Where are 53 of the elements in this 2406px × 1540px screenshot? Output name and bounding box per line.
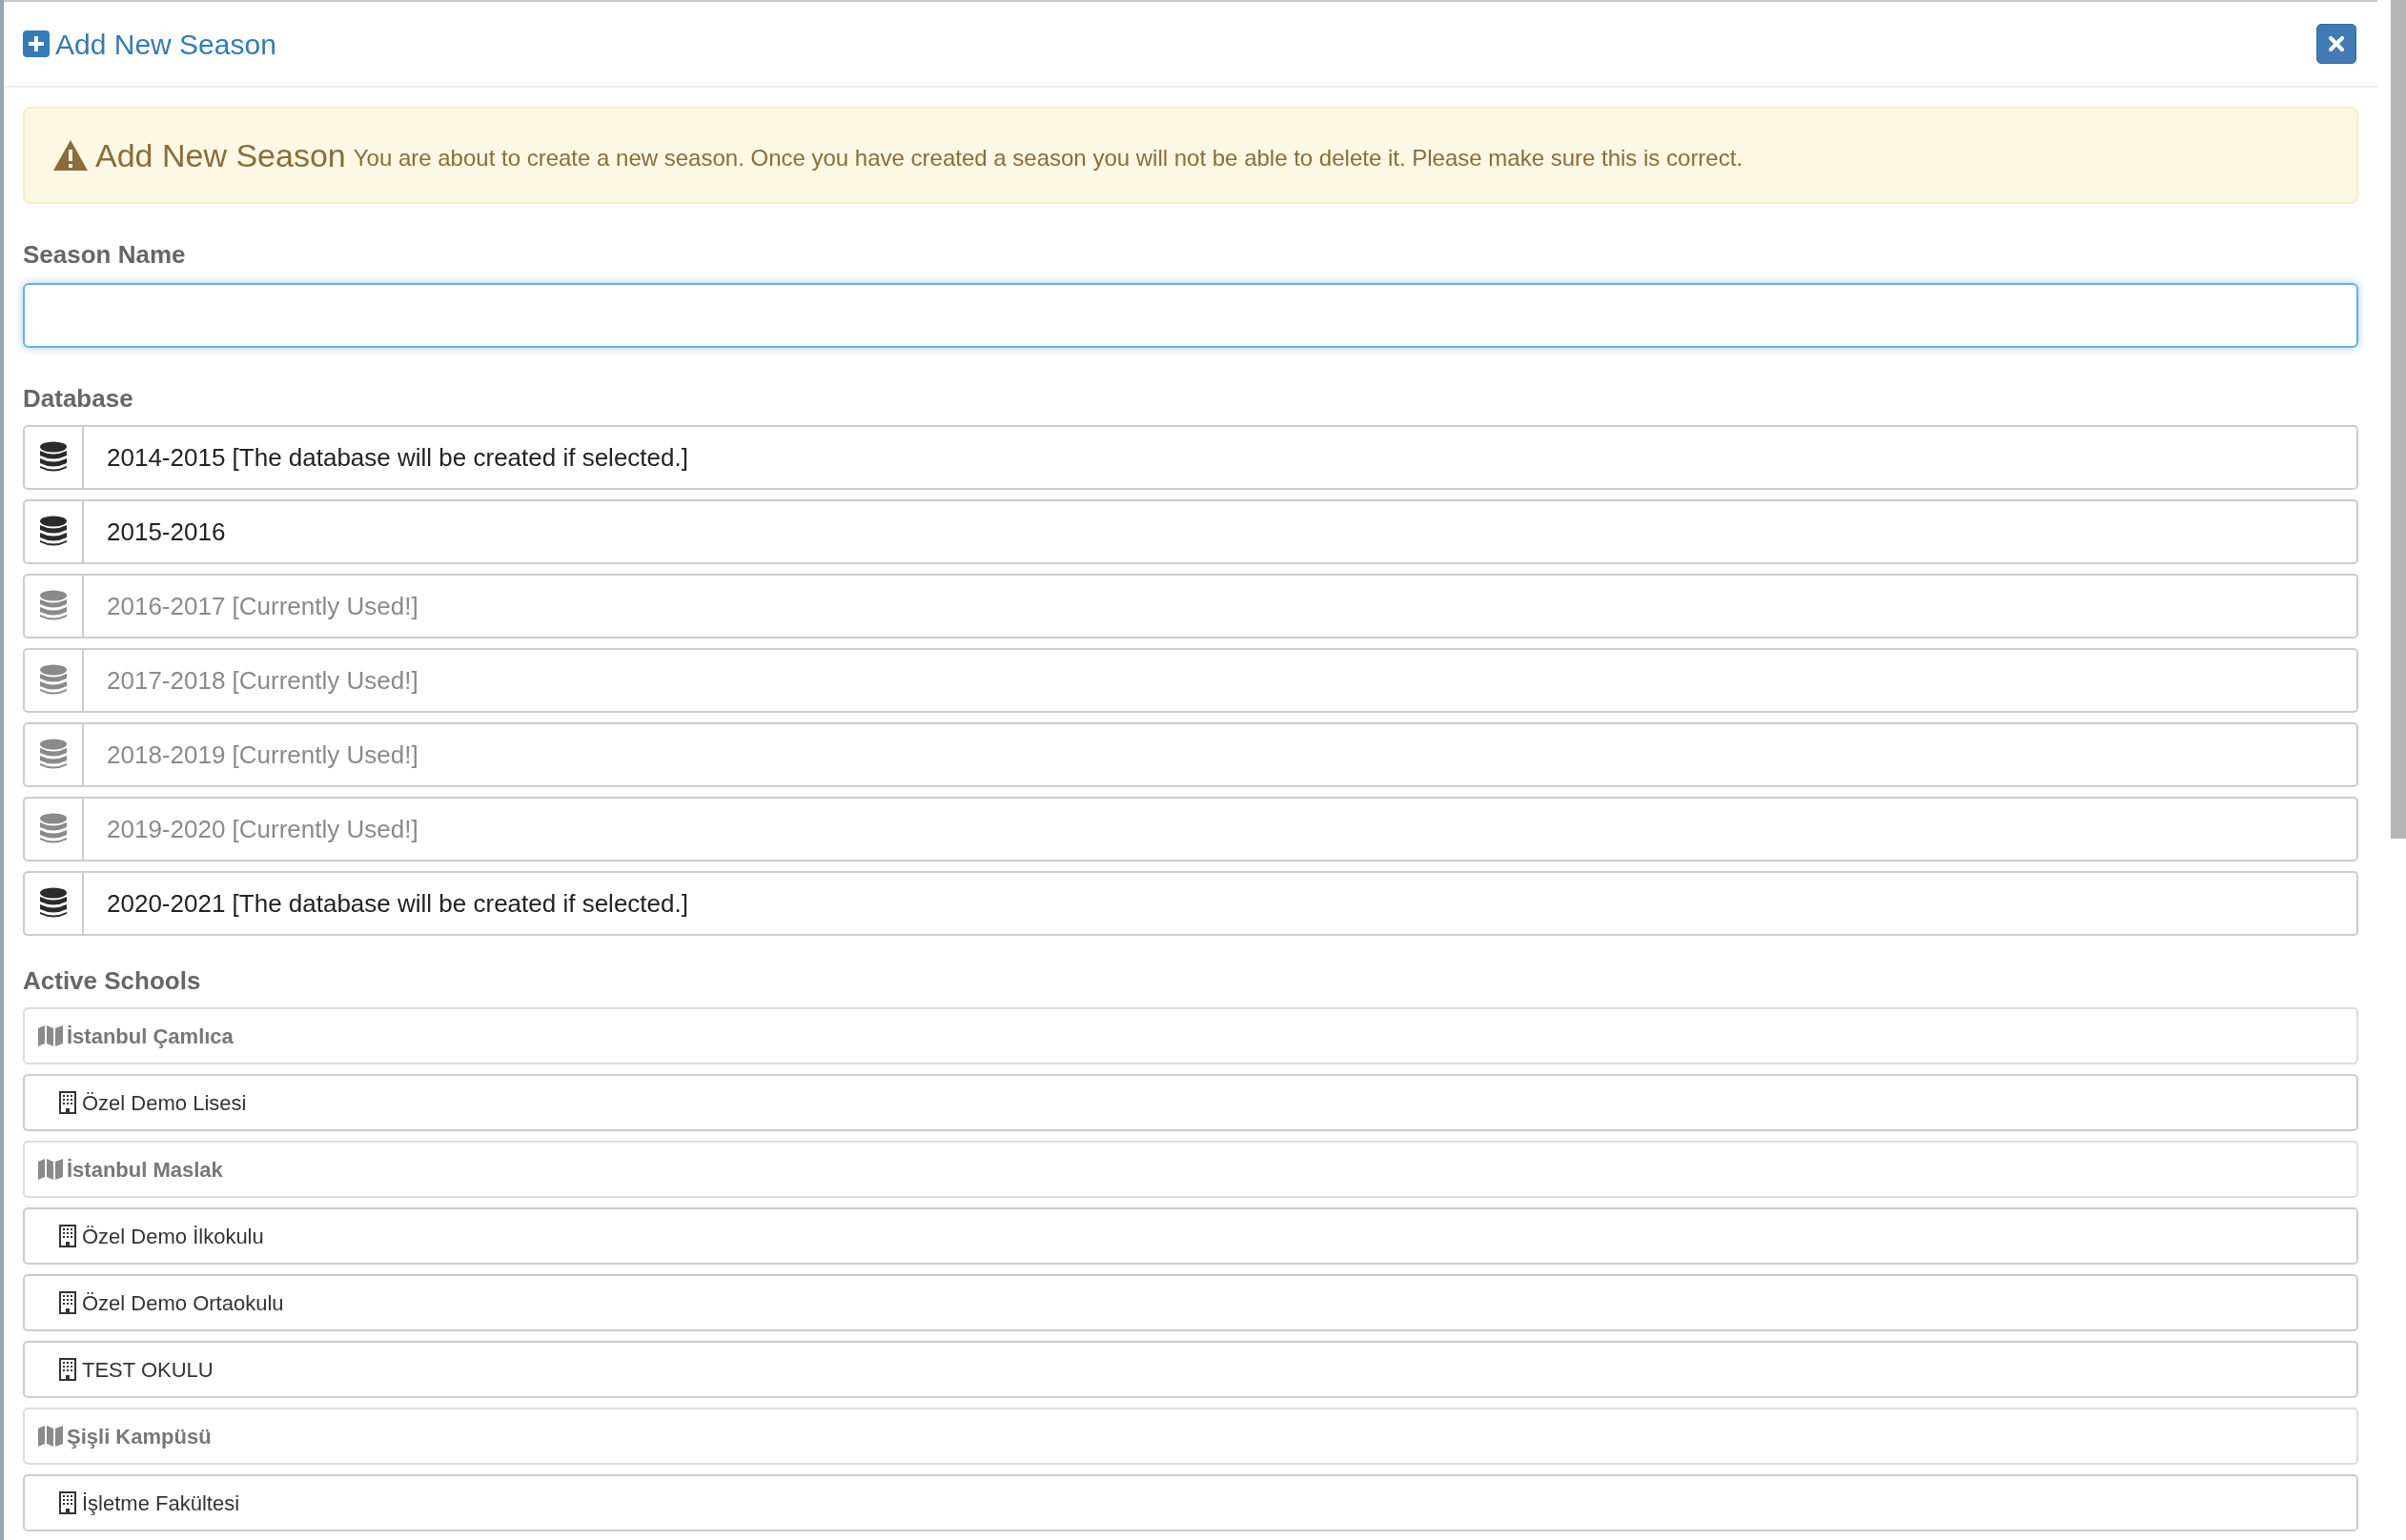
school-name: TEST OKULU — [82, 1356, 214, 1384]
alert-message: You are about to create a new season. Once you have created a season you will not be able to delete it. Please make sure this is correct. — [353, 144, 1743, 172]
field-label: Season Name — [23, 239, 186, 271]
season-name-input[interactable] — [23, 283, 2358, 348]
scrollbar-thumb[interactable] — [2391, 0, 2406, 839]
database-icon — [39, 441, 68, 474]
building-icon — [59, 1225, 76, 1247]
school-row[interactable]: Özel Demo Lisesi — [23, 1074, 2358, 1131]
close-button[interactable] — [2316, 24, 2356, 64]
database-icon — [39, 664, 68, 697]
plus-square-icon — [23, 30, 50, 57]
database-label: 2020-2021 [The database will be created if selected.] — [107, 887, 688, 920]
database-icon — [39, 813, 68, 845]
campus-row[interactable]: Şişli Kampüsü — [23, 1408, 2358, 1465]
school-name: Özel Demo Lisesi — [82, 1089, 247, 1117]
map-icon — [38, 1159, 63, 1180]
database-icon — [39, 516, 68, 548]
map-icon — [38, 1025, 63, 1046]
campus-row[interactable]: İstanbul Çamlıca — [23, 1007, 2358, 1064]
database-option[interactable]: 2020-2021 [The database will be created if selected.] — [23, 871, 2358, 936]
field-label: Active Schools — [23, 965, 201, 997]
database-label: 2016-2017 [Currently Used!] — [107, 590, 418, 622]
close-icon — [2329, 36, 2344, 51]
campus-row[interactable]: İstanbul Maslak — [23, 1141, 2358, 1198]
database-label: 2014-2015 [The database will be created if selected.] — [107, 441, 688, 474]
campus-name: Şişli Kampüsü — [67, 1423, 212, 1450]
database-icon — [39, 739, 68, 771]
school-row[interactable]: İşletme Fakültesi — [23, 1474, 2358, 1531]
database-icon — [39, 887, 68, 920]
school-row[interactable]: Özel Demo Ortaokulu — [23, 1274, 2358, 1331]
building-icon — [59, 1291, 76, 1314]
modal-title: Add New Season — [55, 27, 276, 62]
map-icon — [38, 1426, 63, 1447]
database-label: 2019-2020 [Currently Used!] — [107, 813, 418, 845]
school-name: Özel Demo İlkokulu — [82, 1223, 264, 1250]
school-row[interactable]: TEST OKULU — [23, 1341, 2358, 1398]
school-row[interactable]: Özel Demo İlkokulu — [23, 1207, 2358, 1265]
building-icon — [59, 1491, 76, 1514]
database-icon — [39, 590, 68, 622]
database-label: 2015-2016 — [107, 516, 226, 548]
database-option[interactable]: 2014-2015 [The database will be created if selected.] — [23, 425, 2358, 490]
database-option[interactable]: 2015-2016 — [23, 499, 2358, 564]
school-name: Özel Demo Ortaokulu — [82, 1289, 284, 1317]
school-name: İşletme Fakültesi — [82, 1489, 240, 1517]
campus-name: İstanbul Çamlıca — [67, 1023, 234, 1050]
database-label: 2017-2018 [Currently Used!] — [107, 664, 418, 697]
alert-heading: Add New Season — [95, 135, 346, 175]
database-label: 2018-2019 [Currently Used!] — [107, 739, 418, 771]
building-icon — [59, 1358, 76, 1381]
building-icon — [59, 1091, 76, 1114]
field-label: Database — [23, 383, 133, 415]
warning-icon — [53, 140, 88, 171]
campus-name: İstanbul Maslak — [67, 1156, 223, 1184]
